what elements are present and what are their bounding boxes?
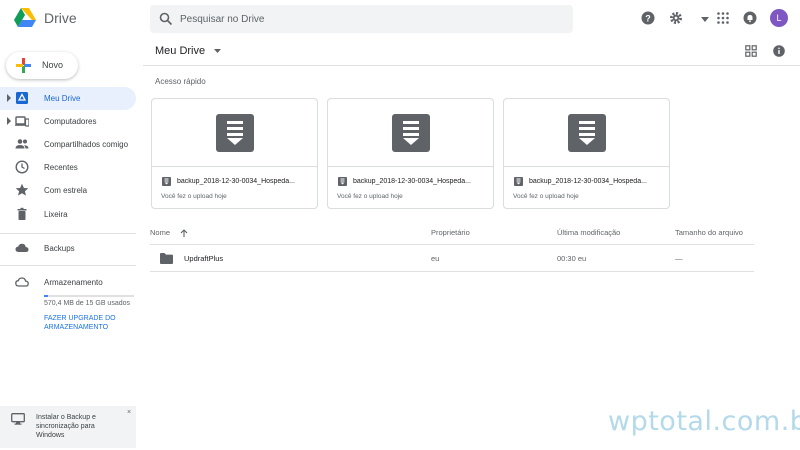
search-bar[interactable] — [150, 5, 709, 33]
cloud-icon — [15, 243, 29, 252]
sidebar-item-backups[interactable]: Backups — [0, 237, 136, 260]
quick-access-card[interactable]: backup_2018-12-30-0034_Hospeda... Você fe… — [327, 98, 494, 209]
archive-file-icon — [392, 114, 430, 152]
sidebar-item-recent[interactable]: Recentes — [0, 156, 136, 179]
apps-grid-icon[interactable] — [716, 11, 730, 25]
grid-view-icon[interactable] — [745, 45, 757, 57]
plus-icon — [16, 58, 31, 73]
expand-caret-icon[interactable] — [6, 94, 12, 102]
row-divider — [150, 271, 754, 272]
watermark-text: wptotal.com.br — [608, 406, 800, 437]
svg-text:?: ? — [645, 14, 651, 24]
new-button[interactable]: Novo — [6, 52, 78, 79]
breadcrumb-label: Meu Drive — [155, 45, 206, 57]
column-header-modified[interactable]: Última modificação — [557, 228, 620, 237]
file-activity-text: Você fez o upload hoje — [161, 193, 227, 200]
help-icon[interactable]: ? — [641, 11, 655, 25]
archive-file-icon — [338, 177, 347, 186]
file-name: backup_2018-12-30-0034_Hospeda... — [177, 178, 295, 185]
clock-icon — [15, 160, 29, 174]
archive-file-icon — [216, 114, 254, 152]
sidebar-item-trash[interactable]: Lixeira — [0, 203, 136, 226]
toolbar-divider — [143, 65, 800, 66]
archive-file-icon — [514, 177, 523, 186]
search-input[interactable] — [180, 9, 540, 29]
file-modified-cell: 00:30 eu — [557, 254, 587, 263]
file-name: backup_2018-12-30-0034_Hospeda... — [529, 178, 647, 185]
file-preview[interactable] — [152, 99, 317, 167]
file-owner-cell: eu — [431, 254, 440, 263]
column-header-size[interactable]: Tamanho do arquivo — [675, 228, 743, 237]
sidebar-item-label: Computadores — [44, 117, 97, 126]
file-name: backup_2018-12-30-0034_Hospeda... — [353, 178, 471, 185]
row-divider — [150, 244, 754, 245]
settings-gear-icon[interactable] — [669, 11, 683, 25]
sidebar-item-label: Meu Drive — [44, 94, 81, 103]
storage-usage-fill — [44, 295, 48, 297]
expand-caret-icon[interactable] — [6, 117, 12, 125]
file-preview[interactable] — [504, 99, 669, 167]
chevron-down-icon — [214, 49, 222, 54]
quick-access-card[interactable]: backup_2018-12-30-0034_Hospeda... Você fe… — [151, 98, 318, 209]
quick-access-title: Acesso rápido — [155, 77, 206, 86]
sidebar-item-storage[interactable]: Armazenamento — [0, 271, 136, 294]
search-options-dropdown-icon[interactable] — [701, 17, 709, 22]
computer-icon — [15, 116, 29, 127]
drive-icon — [16, 92, 28, 104]
folder-icon — [160, 253, 173, 264]
archive-file-icon — [162, 177, 171, 186]
breadcrumb[interactable]: Meu Drive — [155, 45, 222, 57]
storage-usage-text: 570,4 MB de 15 GB usados — [44, 300, 130, 307]
sort-arrow-up-icon[interactable] — [180, 229, 188, 238]
sidebar-item-label: Lixeira — [44, 210, 68, 219]
file-name-cell[interactable]: UpdraftPlus — [184, 254, 223, 263]
people-icon — [15, 139, 29, 149]
file-activity-text: Você fez o upload hoje — [513, 193, 579, 200]
sidebar-item-starred[interactable]: Com estrela — [0, 179, 136, 202]
new-button-label: Novo — [42, 60, 64, 70]
sidebar-item-shared-with-me[interactable]: Compartilhados comigo — [0, 133, 136, 156]
monitor-icon — [11, 413, 25, 425]
sidebar-item-label: Backups — [44, 244, 75, 253]
file-size-cell: — — [675, 254, 683, 263]
top-bar: Drive ? L — [0, 0, 800, 38]
column-header-label: Nome — [150, 228, 171, 237]
column-header-name[interactable]: Nome — [150, 228, 188, 238]
sidebar-divider — [0, 265, 136, 266]
info-icon[interactable] — [773, 45, 785, 57]
sidebar-item-label: Com estrela — [44, 186, 88, 195]
promo-text: Instalar o Backup e sincronização para W… — [36, 414, 96, 439]
sidebar-item-label: Recentes — [44, 163, 78, 172]
column-header-owner[interactable]: Proprietário — [431, 228, 470, 237]
archive-file-icon — [568, 114, 606, 152]
sidebar-item-label: Compartilhados comigo — [44, 140, 129, 149]
storage-usage-bar — [44, 295, 134, 297]
search-icon[interactable] — [159, 12, 173, 26]
sidebar-item-label: Armazenamento — [44, 278, 103, 287]
sidebar-item-my-drive[interactable]: Meu Drive — [0, 87, 136, 110]
sidebar-item-computers[interactable]: Computadores — [0, 110, 136, 133]
sidebar-divider — [0, 233, 136, 234]
star-icon — [15, 183, 29, 196]
notifications-bell-icon[interactable] — [743, 11, 757, 25]
backup-sync-promo[interactable]: Instalar o Backup e sincronização para W… — [0, 406, 136, 448]
close-icon[interactable]: × — [127, 409, 131, 416]
cloud-outline-icon — [15, 277, 29, 287]
app-title[interactable]: Drive — [44, 10, 77, 26]
quick-access-card[interactable]: backup_2018-12-30-0034_Hospeda... Você fe… — [503, 98, 670, 209]
drive-logo-icon[interactable] — [14, 8, 36, 28]
trash-icon — [17, 207, 27, 220]
file-activity-text: Você fez o upload hoje — [337, 193, 403, 200]
upgrade-storage-link[interactable]: FAZER UPGRADE DO ARMAZENAMENTO — [44, 314, 124, 332]
file-preview[interactable] — [328, 99, 493, 167]
account-avatar[interactable]: L — [770, 9, 788, 27]
